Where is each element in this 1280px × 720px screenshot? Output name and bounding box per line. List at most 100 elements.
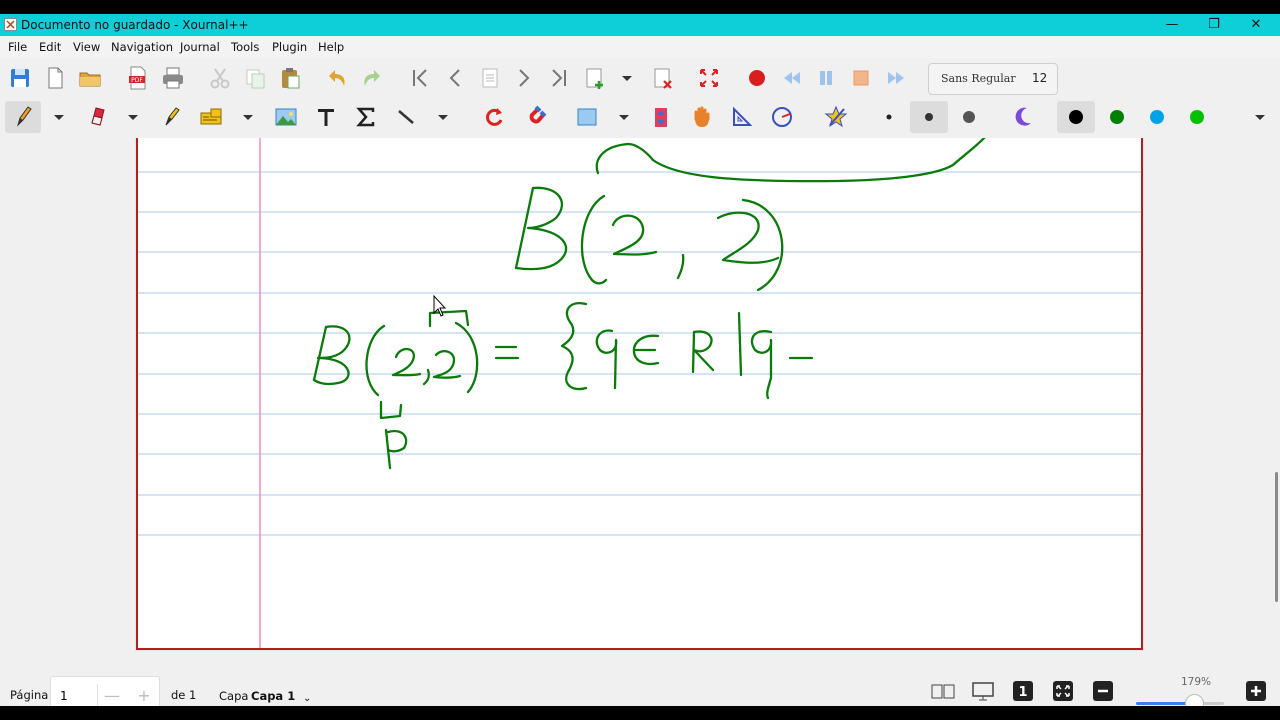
title-bar: Documento no guardado - Xournal++ — ❐ ✕	[0, 14, 1280, 36]
thick-dot-icon[interactable]	[955, 103, 983, 131]
save-icon[interactable]	[6, 64, 34, 92]
line-dropdown-chevron-icon[interactable]	[436, 103, 450, 131]
layer-dropdown-chevron-icon[interactable]: ⌄	[303, 693, 311, 704]
hand-icon[interactable]	[688, 103, 716, 131]
page-increment-button[interactable]: +	[131, 684, 157, 706]
zoom-fit-icon[interactable]	[1050, 680, 1076, 702]
close-button[interactable]: ✕	[1234, 14, 1278, 36]
print-icon[interactable]	[159, 64, 187, 92]
status-bar: Página 1 — + de 1 Capa Capa 1 ⌄ 1 179%	[0, 662, 1280, 706]
open-icon[interactable]	[76, 64, 104, 92]
stop-icon[interactable]	[847, 64, 875, 92]
medium-dot-button[interactable]	[910, 101, 948, 133]
page-label: Página	[10, 688, 49, 702]
layer-selector[interactable]: Capa 1	[251, 689, 295, 703]
ruled-lines	[138, 171, 1141, 536]
page-decrement-button[interactable]: —	[97, 684, 126, 706]
goto-page-icon[interactable]	[476, 64, 504, 92]
select-dropdown-chevron-icon[interactable]	[241, 103, 255, 131]
goto-first-page-icon[interactable]	[406, 64, 434, 92]
thin-dot-icon[interactable]	[875, 103, 903, 131]
menu-edit[interactable]: Edit	[39, 40, 61, 54]
zoom-slider-handle[interactable]	[1185, 694, 1205, 706]
color-swatch-1	[1110, 110, 1124, 124]
redo-icon[interactable]	[358, 64, 386, 92]
delete-page-icon[interactable]	[648, 64, 676, 92]
rewind-icon[interactable]	[778, 64, 806, 92]
color-green-button[interactable]	[1103, 103, 1131, 131]
font-size-label: 12	[1032, 71, 1048, 85]
fill-icon[interactable]	[1009, 103, 1037, 131]
insert-page-dropdown-chevron-icon[interactable]	[620, 64, 634, 92]
page[interactable]	[136, 138, 1143, 650]
paste-icon[interactable]	[276, 64, 304, 92]
pen-tool-button[interactable]	[5, 101, 41, 133]
font-selector-button[interactable]: Sans Regular 12	[928, 63, 1058, 95]
copy-icon[interactable]	[241, 64, 269, 92]
page-spinner[interactable]: 1 — +	[50, 676, 160, 706]
zoom-in-icon[interactable]	[1243, 680, 1269, 702]
color-blue-button[interactable]	[1143, 103, 1171, 131]
rotation-snapping-icon[interactable]	[480, 103, 508, 131]
line-icon[interactable]	[392, 103, 420, 131]
text-tool-icon[interactable]	[197, 103, 225, 131]
record-icon[interactable]	[743, 64, 771, 92]
insert-page-icon[interactable]	[580, 64, 608, 92]
color-swatch-2	[1150, 110, 1164, 124]
color-black-button[interactable]	[1057, 101, 1095, 133]
image-icon[interactable]	[272, 103, 300, 131]
next-page-icon[interactable]	[510, 64, 538, 92]
shape-recognizer-icon[interactable]	[822, 103, 850, 131]
dual-page-view-icon[interactable]	[930, 680, 956, 702]
xournal-window: Documento no guardado - Xournal++ — ❐ ✕ …	[0, 14, 1280, 706]
document-canvas[interactable]	[0, 138, 1280, 662]
minimize-button[interactable]: —	[1150, 14, 1194, 36]
math-sigma-icon[interactable]	[352, 103, 380, 131]
vertical-scrollbar[interactable]	[1275, 472, 1278, 602]
new-document-icon[interactable]	[41, 64, 69, 92]
color-lime-button[interactable]	[1183, 103, 1211, 131]
vertical-space-icon[interactable]	[647, 103, 675, 131]
pen-dropdown-chevron-icon[interactable]	[52, 103, 66, 131]
zoom-100-icon[interactable]: 1	[1010, 680, 1036, 702]
goto-last-page-icon[interactable]	[545, 64, 573, 92]
page-number-input[interactable]: 1	[60, 689, 68, 703]
restore-button[interactable]: ❐	[1192, 14, 1236, 36]
eraser-icon[interactable]	[84, 103, 112, 131]
cut-icon[interactable]	[206, 64, 234, 92]
eraser-dropdown-chevron-icon[interactable]	[126, 103, 140, 131]
fast-forward-icon[interactable]	[882, 64, 910, 92]
pause-icon[interactable]	[812, 64, 840, 92]
magnet-icon[interactable]	[520, 103, 548, 131]
menu-plugin[interactable]: Plugin	[272, 40, 307, 54]
highlighter-icon[interactable]	[157, 103, 185, 131]
menu-journal[interactable]: Journal	[180, 40, 220, 54]
main-toolbar: PDF Sans Regular 12	[0, 59, 1280, 97]
svg-text:1: 1	[1018, 685, 1027, 700]
zoom-out-icon[interactable]	[1090, 680, 1116, 702]
layer-label: Capa	[219, 689, 249, 703]
previous-page-icon[interactable]	[441, 64, 469, 92]
text-icon[interactable]	[312, 103, 340, 131]
toolbar-overflow-chevron-icon[interactable]	[1253, 103, 1267, 131]
window-title: Documento no guardado - Xournal++	[21, 18, 249, 32]
menu-tools[interactable]: Tools	[231, 40, 259, 54]
menu-view[interactable]: View	[73, 40, 100, 54]
setsquare-icon[interactable]	[728, 103, 756, 131]
menu-file[interactable]: File	[8, 40, 27, 54]
pen-icon	[16, 106, 32, 127]
tools-toolbar	[0, 98, 1280, 136]
export-pdf-icon[interactable]: PDF	[124, 64, 152, 92]
undo-icon[interactable]	[323, 64, 351, 92]
presentation-mode-icon[interactable]	[970, 680, 996, 702]
compass-icon[interactable]	[768, 103, 796, 131]
shape-rectangle-icon[interactable]	[573, 103, 601, 131]
page-drawing[interactable]	[138, 138, 1141, 648]
page-count-label: de 1	[171, 688, 197, 702]
menu-help[interactable]: Help	[318, 40, 344, 54]
shape-dropdown-chevron-icon[interactable]	[617, 103, 631, 131]
menu-navigation[interactable]: Navigation	[111, 40, 173, 54]
fullscreen-icon[interactable]	[695, 64, 723, 92]
font-name-label: Sans Regular	[941, 72, 1016, 85]
svg-text:PDF: PDF	[131, 77, 143, 84]
